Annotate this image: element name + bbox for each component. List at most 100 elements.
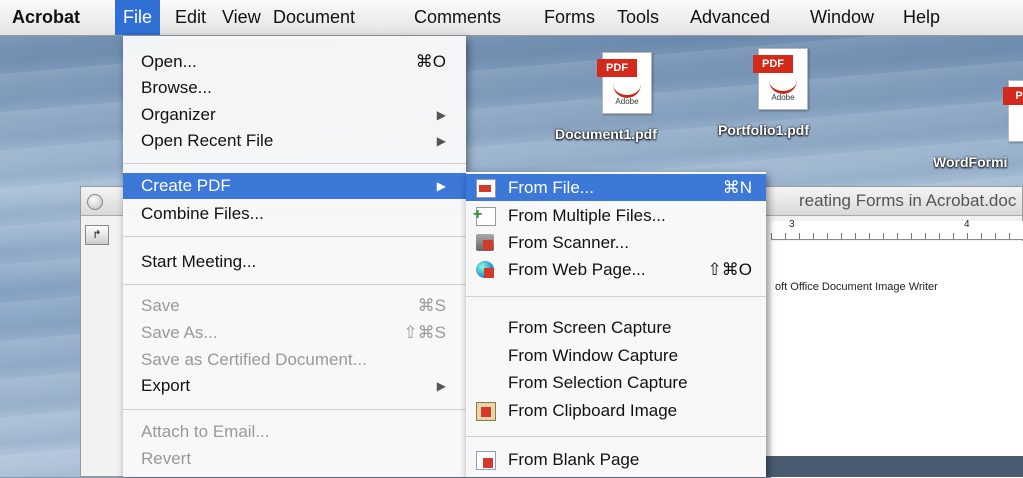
desktop-icon-portfolio1[interactable]: PDF Adobe xyxy=(752,48,812,118)
submenu-item-from-selection-capture[interactable]: From Selection Capture xyxy=(466,369,766,396)
multiple-files-icon xyxy=(473,201,496,228)
submenu-item-from-multiple-files[interactable]: From Multiple Files... xyxy=(466,201,766,229)
menu-item-start-meeting[interactable]: Start Meeting... xyxy=(123,249,466,275)
menu-separator xyxy=(123,284,466,285)
submenu-item-from-window-capture[interactable]: From Window Capture xyxy=(466,342,766,369)
pdf-file-icon: PDF Adobe xyxy=(753,48,808,110)
menu-forms[interactable]: Forms xyxy=(536,0,603,35)
pdf-tag: PD xyxy=(1003,87,1023,105)
menu-separator xyxy=(466,436,766,437)
menu-document[interactable]: Document xyxy=(265,0,363,35)
menu-item-label: Export xyxy=(141,376,191,395)
menu-separator xyxy=(466,296,766,297)
menu-item-save-as[interactable]: Save As... ⇧⌘S xyxy=(123,320,466,346)
document-window-title: reating Forms in Acrobat.doc xyxy=(799,191,1017,210)
menu-item-organizer[interactable]: Organizer ▶ xyxy=(123,102,466,128)
submenu-item-from-scanner[interactable]: From Scanner... xyxy=(466,229,766,256)
menu-help[interactable]: Help xyxy=(895,0,948,35)
submenu-item-label: From Web Page... xyxy=(508,260,646,279)
desktop-icon-label[interactable]: WordFormi xyxy=(933,154,1023,170)
shortcut-label: ⌘O xyxy=(415,52,446,71)
menu-separator xyxy=(123,409,466,410)
submenu-arrow-icon: ▶ xyxy=(436,134,446,148)
submenu-item-from-file[interactable]: From File... ⌘N xyxy=(466,174,766,201)
pdf-tag: PDF xyxy=(753,55,793,73)
menu-item-label: Open Recent File xyxy=(141,131,274,150)
window-control-button[interactable] xyxy=(87,194,103,210)
clipboard-icon xyxy=(476,402,496,421)
menu-item-label: Open... xyxy=(141,52,197,71)
adobe-brand: Adobe xyxy=(615,97,639,106)
menu-item-open-recent-file[interactable]: Open Recent File ▶ xyxy=(123,128,466,154)
menu-edit[interactable]: Edit xyxy=(167,0,214,35)
pdf-file-icon: PD xyxy=(1003,80,1023,142)
menu-item-save[interactable]: Save ⌘S xyxy=(123,293,466,319)
pdf-file-icon xyxy=(476,179,496,198)
menu-separator xyxy=(123,163,466,164)
submenu-item-from-clipboard-image[interactable]: From Clipboard Image xyxy=(466,397,766,424)
desktop-icon-wordform[interactable]: PD xyxy=(1002,80,1023,150)
menu-item-open[interactable]: Open... ⌘O xyxy=(123,49,466,75)
menu-item-browse[interactable]: Browse... xyxy=(123,75,466,101)
menu-item-label: Create PDF xyxy=(141,176,231,195)
file-menu: Open... ⌘O Browse... Organizer ▶ Open Re… xyxy=(123,36,466,477)
desktop-icon-label[interactable]: Portfolio1.pdf xyxy=(718,122,809,138)
menu-acrobat[interactable]: Acrobat xyxy=(4,0,88,35)
menu-view[interactable]: View xyxy=(214,0,269,35)
submenu-item-label: From Scanner... xyxy=(508,233,629,252)
menu-separator xyxy=(123,236,466,237)
menu-item-save-as-certified[interactable]: Save as Certified Document... xyxy=(123,347,466,373)
create-pdf-submenu: From File... ⌘N From Multiple Files... F… xyxy=(466,172,766,477)
menu-item-combine-files[interactable]: Combine Files... xyxy=(123,201,466,227)
menu-item-label: Attach to Email... xyxy=(141,422,270,441)
web-page-icon xyxy=(476,261,494,278)
submenu-item-from-web-page[interactable]: From Web Page... ⇧⌘O xyxy=(466,256,766,283)
ruler: 3 4 xyxy=(771,219,1023,240)
submenu-item-from-blank-page[interactable]: From Blank Page xyxy=(466,446,766,473)
menu-item-attach-to-email[interactable]: Attach to Email... xyxy=(123,419,466,445)
adobe-swoosh-icon xyxy=(613,79,641,98)
shortcut-label: ⌘N xyxy=(722,178,752,197)
menu-item-create-pdf[interactable]: Create PDF ▶ xyxy=(123,173,466,199)
menu-comments[interactable]: Comments xyxy=(406,0,509,35)
ruler-mark: 4 xyxy=(964,219,970,230)
submenu-item-from-screen-capture[interactable]: From Screen Capture xyxy=(466,314,766,341)
menu-item-label: Organizer xyxy=(141,105,216,124)
submenu-item-label: From Clipboard Image xyxy=(508,401,678,420)
menu-item-revert[interactable]: Revert xyxy=(123,446,466,472)
document-page[interactable]: oft Office Document Image Writer xyxy=(771,241,1023,478)
shortcut-label: ⇧⌘O xyxy=(707,260,752,279)
shortcut-label: ⇧⌘S xyxy=(403,323,446,342)
submenu-item-label: From Window Capture xyxy=(508,346,679,365)
menu-advanced[interactable]: Advanced xyxy=(682,0,778,35)
desktop-icon-label[interactable]: Document1.pdf xyxy=(555,126,657,142)
menu-item-label: Start Meeting... xyxy=(141,252,257,271)
menu-window[interactable]: Window xyxy=(802,0,882,35)
submenu-arrow-icon: ▶ xyxy=(436,379,446,393)
status-strip xyxy=(765,456,1023,477)
menu-item-label: Save xyxy=(141,296,180,315)
menu-item-label: Save As... xyxy=(141,323,218,342)
submenu-arrow-icon: ▶ xyxy=(436,108,446,122)
pdf-tag: PDF xyxy=(597,59,637,77)
menu-item-label: Combine Files... xyxy=(141,204,264,223)
blank-page-icon xyxy=(476,451,496,470)
submenu-item-label: From Selection Capture xyxy=(508,373,688,392)
menu-item-label: Revert xyxy=(141,449,192,468)
menubar: Acrobat File Edit View Document Comments… xyxy=(0,0,1023,36)
menu-file[interactable]: File xyxy=(115,0,161,35)
menu-tools[interactable]: Tools xyxy=(609,0,667,35)
pdf-file-icon: PDF Adobe xyxy=(597,52,652,114)
adobe-swoosh-icon xyxy=(769,75,797,94)
desktop-icon-document1[interactable]: PDF Adobe xyxy=(596,52,656,122)
submenu-item-label: From Multiple Files... xyxy=(508,206,666,225)
submenu-arrow-icon: ▶ xyxy=(436,179,446,193)
submenu-item-label: From File... xyxy=(508,178,594,197)
menu-item-label: Browse... xyxy=(141,78,212,97)
menu-item-export[interactable]: Export ▶ xyxy=(123,373,466,399)
submenu-item-label: From Screen Capture xyxy=(508,318,672,337)
select-tool-icon[interactable]: ↱ xyxy=(85,225,109,245)
shortcut-label: ⌘S xyxy=(417,296,446,315)
menu-item-label: Save as Certified Document... xyxy=(141,350,367,369)
submenu-item-label: From Blank Page xyxy=(508,450,640,469)
